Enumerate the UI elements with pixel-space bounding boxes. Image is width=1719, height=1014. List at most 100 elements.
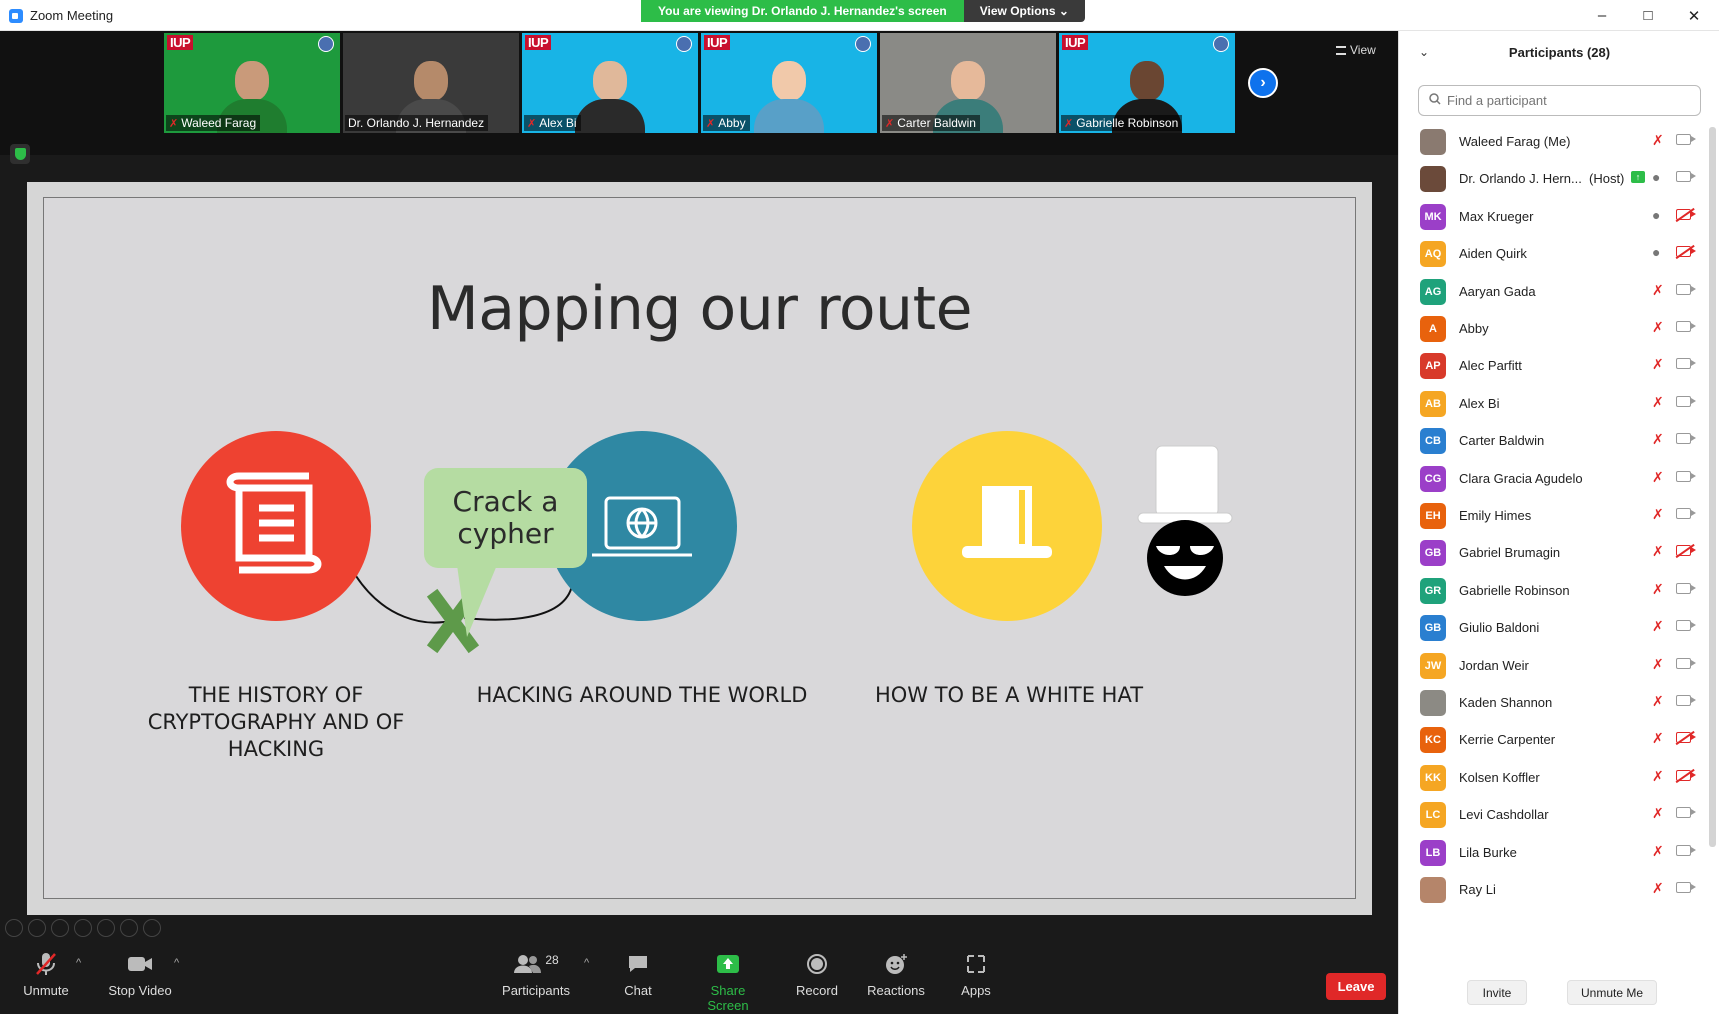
video-thumbnail[interactable]: IUP ✗ Gabrielle Robinson — [1059, 33, 1235, 133]
mic-muted-icon: ✗ — [1652, 281, 1664, 298]
viewing-status: You are viewing Dr. Orlando J. Hernandez… — [641, 0, 964, 22]
sharing-icon: ↑ — [1631, 171, 1645, 184]
record-button[interactable]: Record — [794, 951, 840, 998]
caption-history: THE HISTORY OF CRYPTOGRAPHY AND OF HACKI… — [147, 683, 405, 761]
participant-row[interactable]: AP Alec Parfitt ✗ — [1399, 345, 1709, 386]
participant-row[interactable]: GB Giulio Baldoni ✗ — [1399, 607, 1709, 648]
view-button[interactable]: View — [1336, 43, 1376, 57]
participant-row[interactable]: Waleed Farag (Me) ✗ — [1399, 121, 1709, 162]
minimize-button[interactable]: – — [1579, 0, 1625, 31]
screen-icon[interactable] — [120, 919, 138, 937]
participants-panel-header: ⌄ Participants (28) — [1399, 31, 1719, 75]
back-icon[interactable] — [5, 919, 23, 937]
share-screen-icon — [690, 951, 766, 977]
participant-name: Gabrielle Robinson — [1459, 582, 1570, 598]
participant-avatar: AP — [1420, 353, 1446, 380]
school-logo-icon — [318, 36, 334, 52]
mic-muted-icon: ✗ — [1652, 132, 1664, 148]
chat-icon — [618, 951, 658, 977]
more-icon[interactable] — [143, 919, 161, 937]
participant-row[interactable]: GB Gabriel Brumagin ✗ — [1399, 532, 1709, 573]
maximize-button[interactable]: □ — [1625, 0, 1671, 31]
participant-row[interactable]: MK Max Krueger ● — [1399, 196, 1709, 237]
unmute-button[interactable]: Unmute — [18, 951, 74, 998]
camera-icon — [1676, 395, 1696, 407]
participant-video — [575, 61, 645, 133]
stop-video-button[interactable]: Stop Video — [104, 951, 176, 998]
camera-off-icon — [1676, 732, 1696, 744]
apps-button[interactable]: Apps — [958, 951, 994, 998]
participant-row[interactable]: JW Jordan Weir ✗ — [1399, 645, 1709, 686]
audio-options-caret-icon[interactable]: ^ — [76, 957, 81, 969]
participant-name: Kerrie Carpenter — [1459, 732, 1556, 748]
participant-row[interactable]: KC Kerrie Carpenter ✗ — [1399, 719, 1709, 760]
view-options-button[interactable]: View Options ⌄ — [963, 0, 1085, 22]
participant-row[interactable]: AB Alex Bi ✗ — [1399, 383, 1709, 424]
thumbnail-name-tag: ✗ Gabrielle Robinson — [1061, 115, 1183, 131]
participant-row[interactable]: KK Kolsen Koffler ✗ — [1399, 757, 1709, 798]
thumbnail-name: Gabrielle Robinson — [1076, 116, 1179, 130]
invite-button[interactable]: Invite — [1467, 980, 1527, 1005]
participant-row[interactable]: EH Emily Himes ✗ — [1399, 495, 1709, 536]
camera-icon — [1676, 433, 1696, 445]
annotation-toolbar[interactable] — [5, 919, 161, 937]
thumbnail-name: Waleed Farag — [181, 116, 257, 130]
copy-icon[interactable] — [74, 919, 92, 937]
forward-icon[interactable] — [28, 919, 46, 937]
participant-row[interactable]: Kaden Shannon ✗ — [1399, 682, 1709, 723]
mic-icon: ● — [1652, 206, 1661, 223]
speech-bubble-tail — [457, 565, 497, 637]
avatar-initials: AP — [1425, 360, 1441, 373]
video-thumbnail[interactable]: IUP ✗ Alex Bi — [522, 33, 698, 133]
participants-button[interactable]: 28 Participants — [500, 951, 572, 998]
camera-icon — [1676, 882, 1696, 893]
participant-row[interactable]: Ray Li ✗ — [1399, 869, 1709, 910]
participants-options-caret-icon[interactable]: ^ — [584, 957, 589, 969]
video-thumbnail[interactable]: IUP ✗ Abby — [701, 33, 877, 133]
zoom-app-icon — [9, 9, 23, 23]
video-options-caret-icon[interactable]: ^ — [174, 957, 179, 969]
mic-icon: ● — [1652, 169, 1661, 186]
zoom-icon[interactable] — [97, 919, 115, 937]
participant-row[interactable]: LB Lila Burke ✗ — [1399, 832, 1709, 873]
video-thumbnail[interactable]: IUP ✗ Waleed Farag — [164, 33, 340, 133]
leave-button[interactable]: Leave — [1326, 973, 1386, 1000]
participant-row[interactable]: AQ Aiden Quirk ● — [1399, 233, 1709, 274]
reactions-button[interactable]: Reactions — [866, 951, 926, 998]
participants-panel-footer: Invite Unmute Me — [1399, 972, 1719, 1014]
participant-row[interactable]: LC Levi Cashdollar ✗ — [1399, 794, 1709, 835]
person-head — [951, 61, 985, 101]
participant-row[interactable]: AG Aaryan Gada ✗ — [1399, 271, 1709, 312]
share-screen-button[interactable]: Share Screen — [690, 951, 766, 1013]
video-thumbnail[interactable]: Dr. Orlando J. Hernandez — [343, 33, 519, 133]
stop-video-label: Stop Video — [108, 983, 172, 998]
security-shield-icon[interactable] — [10, 144, 30, 164]
participant-video — [754, 61, 824, 133]
unmute-me-button[interactable]: Unmute Me — [1567, 980, 1657, 1005]
video-thumbnail[interactable]: ✗ Carter Baldwin — [880, 33, 1056, 133]
mic-muted-icon: ✗ — [1652, 431, 1664, 448]
participant-row[interactable]: A Abby ✗ — [1399, 308, 1709, 349]
participant-row[interactable]: CB Carter Baldwin ✗ — [1399, 420, 1709, 461]
meeting-area: IUP ✗ Waleed Farag Dr. Orlando J. Hernandez… — [0, 31, 1398, 941]
participant-row[interactable]: Dr. Orlando J. Hern... (Host) ↑ ● — [1399, 158, 1709, 199]
record-label: Record — [796, 983, 838, 998]
mic-muted-icon: ✗ — [1652, 393, 1664, 410]
camera-off-icon — [1676, 769, 1696, 781]
mic-muted-icon: ✗ — [1652, 805, 1664, 822]
participant-row[interactable]: GR Gabrielle Robinson ✗ — [1399, 570, 1709, 611]
close-window-button[interactable]: ✕ — [1671, 0, 1717, 31]
iup-logo: IUP — [525, 35, 552, 50]
participant-row[interactable]: CG Clara Gracia Agudelo ✗ — [1399, 458, 1709, 499]
person-head — [593, 61, 627, 101]
search-icon — [1429, 93, 1441, 108]
chat-button[interactable]: Chat — [618, 951, 658, 998]
next-page-arrow-icon[interactable]: › — [1248, 68, 1278, 98]
camera-icon — [1676, 283, 1696, 295]
participant-list-scrollbar[interactable] — [1709, 127, 1716, 847]
avatar-initials: CB — [1425, 435, 1441, 448]
participant-search-input[interactable] — [1447, 93, 1687, 108]
participant-search-box[interactable] — [1418, 85, 1701, 116]
camera-icon — [1676, 358, 1696, 370]
draw-icon[interactable] — [51, 919, 69, 937]
